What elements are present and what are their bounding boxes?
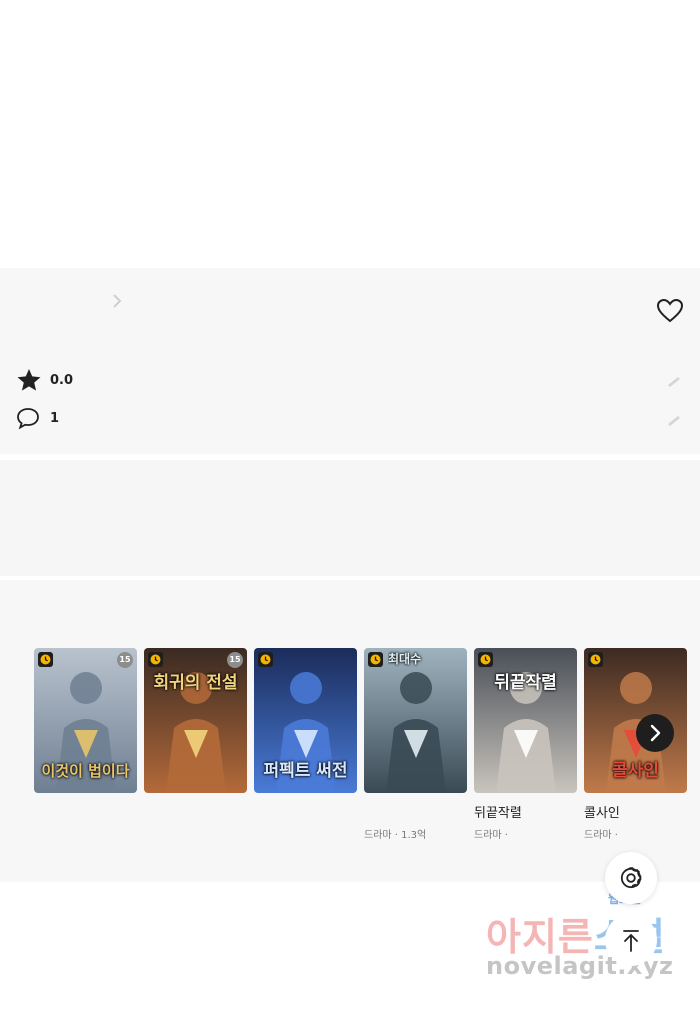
chevron-right-icon bbox=[650, 724, 661, 742]
star-icon bbox=[17, 369, 41, 391]
rating-value: 0.0 bbox=[50, 372, 74, 388]
card-title[interactable] bbox=[364, 802, 467, 820]
clock-icon bbox=[148, 652, 163, 667]
recommendation-card[interactable]: 회귀의 전설 15 bbox=[144, 648, 247, 840]
card-meta: 드라마 · bbox=[474, 830, 508, 841]
comment-icon bbox=[17, 408, 39, 430]
rating-row: 0.0 bbox=[16, 368, 73, 392]
card-meta bbox=[144, 826, 247, 840]
cover-title-text: 회귀의 전설 bbox=[153, 673, 238, 693]
card-meta: 드라마 · 1.3억 bbox=[364, 830, 427, 841]
heart-icon[interactable] bbox=[656, 298, 684, 324]
cover-thumbnail[interactable]: 뒤끝작렬 bbox=[474, 648, 577, 793]
settings-button[interactable] bbox=[605, 852, 657, 904]
comment-count: 1 bbox=[50, 410, 60, 426]
next-button[interactable] bbox=[636, 714, 674, 752]
clock-icon bbox=[258, 652, 273, 667]
clock-icon bbox=[368, 652, 383, 667]
recommendation-card[interactable]: 퍼펙트 써전 bbox=[254, 648, 357, 840]
cover-title-text: 최대수 bbox=[388, 652, 422, 666]
cover-title-text: 뒤끝작렬 bbox=[494, 673, 557, 693]
cover-thumbnail[interactable]: 최대수 bbox=[364, 648, 467, 793]
card-meta: 드라마 · bbox=[584, 830, 618, 841]
age-rating-badge: 15 bbox=[117, 652, 133, 668]
recommendation-list: 이것이 법이다 15 회귀의 전설 15 퍼펙트 써전 최대수 드라마 · 1.3억 뒤끝작렬… bbox=[34, 648, 694, 841]
arrow-up-icon bbox=[623, 930, 639, 952]
card-title[interactable]: 콜사인 bbox=[584, 802, 687, 821]
clock-icon bbox=[38, 652, 53, 667]
recommendation-section: 이것이 법이다 15 회귀의 전설 15 퍼펙트 써전 최대수 드라마 · 1.3억 뒤끝작렬… bbox=[0, 580, 700, 882]
recommendation-card[interactable]: 뒤끝작렬 뒤끝작렬 드라마 · bbox=[474, 648, 577, 841]
age-rating-badge: 15 bbox=[227, 652, 243, 668]
top-blank-area bbox=[0, 0, 700, 268]
cover-title-text: 퍼펙트 써전 bbox=[263, 761, 348, 781]
card-title[interactable] bbox=[254, 802, 357, 820]
work-info-panel: 0.0 1 bbox=[0, 268, 700, 454]
clock-icon bbox=[478, 652, 493, 667]
card-title[interactable] bbox=[144, 802, 247, 820]
cover-art bbox=[364, 648, 467, 793]
clock-icon bbox=[588, 652, 603, 667]
scroll-top-button[interactable] bbox=[605, 914, 657, 966]
recommendation-card[interactable]: 이것이 법이다 15 bbox=[34, 648, 137, 840]
card-meta bbox=[34, 826, 137, 840]
card-meta bbox=[254, 826, 357, 840]
cover-thumbnail[interactable]: 이것이 법이다 15 bbox=[34, 648, 137, 793]
comments-row[interactable]: 1 bbox=[16, 406, 59, 430]
cover-title-text: 콜사인 bbox=[612, 761, 659, 781]
edit-icon[interactable] bbox=[666, 375, 682, 387]
cover-thumbnail[interactable]: 회귀의 전설 15 bbox=[144, 648, 247, 793]
blank-section bbox=[0, 460, 700, 576]
cover-thumbnail[interactable]: 퍼펙트 써전 bbox=[254, 648, 357, 793]
cover-title-text: 이것이 법이다 bbox=[41, 762, 130, 780]
edit-icon[interactable] bbox=[666, 414, 682, 426]
recommendation-card[interactable]: 최대수드라마 · 1.3억 bbox=[364, 648, 467, 841]
gear-icon bbox=[620, 867, 642, 889]
chevron-right-icon[interactable] bbox=[112, 294, 122, 308]
card-title[interactable]: 뒤끝작렬 bbox=[474, 802, 577, 821]
card-title[interactable] bbox=[34, 802, 137, 820]
